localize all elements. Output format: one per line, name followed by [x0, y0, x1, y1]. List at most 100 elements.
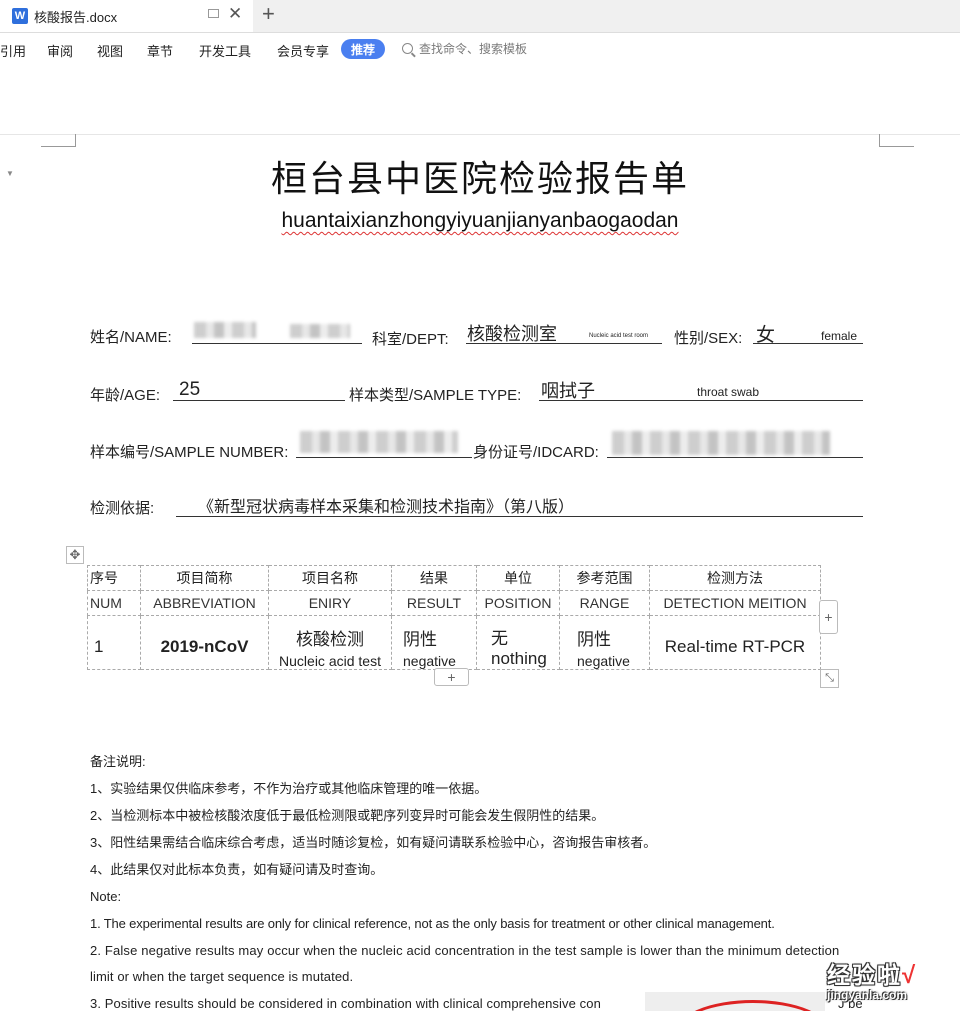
dept-value-en: Nucleic acid test room — [589, 333, 649, 339]
sample-number-field-line — [296, 457, 472, 458]
unit-cn-value: 无 — [491, 629, 508, 649]
menu-developer-tools[interactable]: 开发工具 — [199, 41, 251, 60]
cell-result[interactable]: 阴性 negative — [391, 615, 477, 670]
table-resize-icon[interactable]: ⤡ — [820, 669, 839, 688]
name-field-line — [192, 343, 362, 344]
name-cn-value: 核酸检测 — [296, 629, 364, 650]
menu-references[interactable]: 引用 — [0, 41, 26, 60]
header-name-cn: 项目名称 — [268, 565, 392, 591]
menu-section[interactable]: 章节 — [147, 41, 173, 60]
header-unit-en: POSITION — [476, 590, 560, 616]
site-watermark: 经验啦√ jingyanla.com — [827, 956, 957, 1011]
search-icon — [402, 43, 413, 54]
redacted-name — [290, 324, 350, 338]
header-unit-cn: 单位 — [476, 565, 560, 591]
header-range-cn: 参考范围 — [559, 565, 650, 591]
header-num-en: NUM — [87, 590, 141, 616]
name-en-value: Nucleic acid test — [279, 652, 381, 669]
cell-method[interactable]: Real-time RT-PCR — [649, 615, 821, 670]
note-en-2: 2. False negative results may occur when… — [90, 943, 840, 958]
close-tab-icon[interactable]: ✕ — [228, 4, 242, 24]
result-en-value: negative — [403, 652, 456, 669]
pin-window-icon[interactable] — [208, 9, 219, 18]
add-row-button[interactable]: + — [434, 668, 469, 686]
redacted-name — [194, 322, 256, 338]
cell-name[interactable]: 核酸检测 Nucleic acid test — [268, 615, 392, 670]
report-title: 桓台县中医院检验报告单 — [270, 159, 689, 200]
note-cn-4: 4、此结果仅对此标本负责，如有疑问请及时查询。 — [90, 862, 384, 877]
report-title-pinyin: huantaixianzhongyiyuanjianyanbaogaodan — [281, 209, 679, 232]
cell-range[interactable]: 阴性 negative — [559, 615, 650, 670]
document-tab[interactable]: W 核酸报告.docx ✕ — [0, 0, 253, 32]
table-header-en-row: NUM ABBREVIATION ENIRY RESULT POSITION R… — [87, 590, 821, 616]
note-en-1: 1. The experimental results are only for… — [90, 916, 775, 931]
header-method-en: DETECTION MEITION — [649, 590, 821, 616]
watermark-url: jingyanla.com — [827, 988, 908, 1002]
table-header-cn-row: 序号 项目简称 项目名称 结果 单位 参考范围 检测方法 — [87, 565, 821, 591]
age-label: 年龄/AGE: — [90, 387, 161, 404]
header-num-cn: 序号 — [87, 565, 141, 591]
watermark-text: 经验啦 — [827, 962, 902, 988]
sample-number-label: 样本编号/SAMPLE NUMBER: — [90, 444, 289, 461]
search-placeholder: 查找命令、搜索模板 — [419, 42, 528, 56]
wps-writer-icon: W — [12, 8, 28, 24]
cell-num[interactable]: 1 — [87, 615, 141, 670]
table-row: 1 2019-nCoV 核酸检测 Nucleic acid test 阴性 ne… — [87, 615, 821, 670]
range-en-value: negative — [577, 652, 630, 669]
note-en-title: Note: — [90, 889, 122, 904]
range-cn-value: 阴性 — [577, 629, 611, 650]
sample-type-label: 样本类型/SAMPLE TYPE: — [349, 387, 522, 404]
page-corner-mark — [41, 134, 76, 147]
sex-label: 性别/SEX: — [674, 330, 743, 347]
sex-value: 女 — [756, 324, 776, 346]
unit-en-value: nothing — [491, 649, 547, 668]
red-seal-stamp — [645, 992, 825, 1011]
header-range-en: RANGE — [559, 590, 650, 616]
page-corner-mark — [879, 134, 914, 147]
sample-type-value: 咽拭子 — [541, 381, 595, 402]
name-label: 姓名/NAME: — [90, 329, 172, 346]
result-table: 序号 项目简称 项目名称 结果 单位 参考范围 检测方法 NUM ABBREVI… — [87, 565, 821, 670]
table-move-handle-icon[interactable]: ✥ — [66, 546, 84, 564]
notes-section: 备注说明: 1、实验结果仅供临床参考，不作为治疗或其他临床管理的唯一依据。 2、… — [90, 752, 865, 1021]
header-result-en: RESULT — [391, 590, 477, 616]
header-name-en: ENIRY — [268, 590, 392, 616]
notes-title: 备注说明: — [90, 754, 146, 769]
redacted-idcard — [612, 431, 830, 455]
note-cn-3: 3、阳性结果需结合临床综合考虑，适当时随诊复检，如有疑问请联系检验中心，咨询报告… — [90, 835, 657, 850]
command-search[interactable]: 查找命令、搜索模板 — [402, 40, 527, 57]
header-result-cn: 结果 — [391, 565, 477, 591]
result-cn-value: 阴性 — [403, 629, 437, 650]
add-column-button[interactable]: + — [819, 600, 838, 634]
checkmark-icon: √ — [902, 962, 916, 989]
idcard-field-line — [607, 457, 863, 458]
ribbon-area — [0, 66, 960, 134]
recommend-button[interactable]: 推荐 — [341, 39, 385, 59]
cell-abbr[interactable]: 2019-nCoV — [140, 615, 269, 670]
menu-view[interactable]: 视图 — [97, 41, 123, 60]
header-abbr-en: ABBREVIATION — [140, 590, 269, 616]
sex-value-en: female — [821, 329, 858, 343]
note-en-2-cont: limit or when the target sequence is mut… — [90, 969, 354, 984]
basis-label: 检测依据: — [90, 500, 155, 517]
note-cn-2: 2、当检测标本中被检核酸浓度低于最低检测限或靶序列变异时可能会发生假阴性的结果。 — [90, 808, 605, 823]
idcard-label: 身份证号/IDCARD: — [473, 444, 599, 461]
dept-label: 科室/DEPT: — [372, 331, 449, 348]
tab-bar: W 核酸报告.docx ✕ + — [0, 0, 960, 33]
method-value: Real-time RT-PCR — [664, 636, 806, 656]
abbr-value: 2019-nCoV — [160, 636, 249, 656]
menu-member[interactable]: 会员专享 — [277, 41, 329, 60]
document-tab-title: 核酸报告.docx — [34, 9, 118, 25]
num-value: 1 — [94, 636, 104, 656]
menu-review[interactable]: 审阅 — [47, 41, 73, 60]
redacted-sample-number — [300, 431, 458, 453]
basis-value: 《新型冠状病毒样本采集和检测技术指南》（第八版） — [198, 497, 575, 516]
sample-type-value-en: throat swab — [697, 385, 760, 399]
dept-value: 核酸检测室 — [467, 324, 557, 345]
new-tab-icon[interactable]: + — [262, 1, 275, 27]
header-abbr-cn: 项目简称 — [140, 565, 269, 591]
age-value: 25 — [179, 379, 201, 400]
cell-unit[interactable]: 无 nothing — [476, 615, 560, 670]
note-cn-1: 1、实验结果仅供临床参考，不作为治疗或其他临床管理的唯一依据。 — [90, 781, 488, 796]
note-en-3: 3. Positive results should be considered… — [90, 996, 601, 1011]
